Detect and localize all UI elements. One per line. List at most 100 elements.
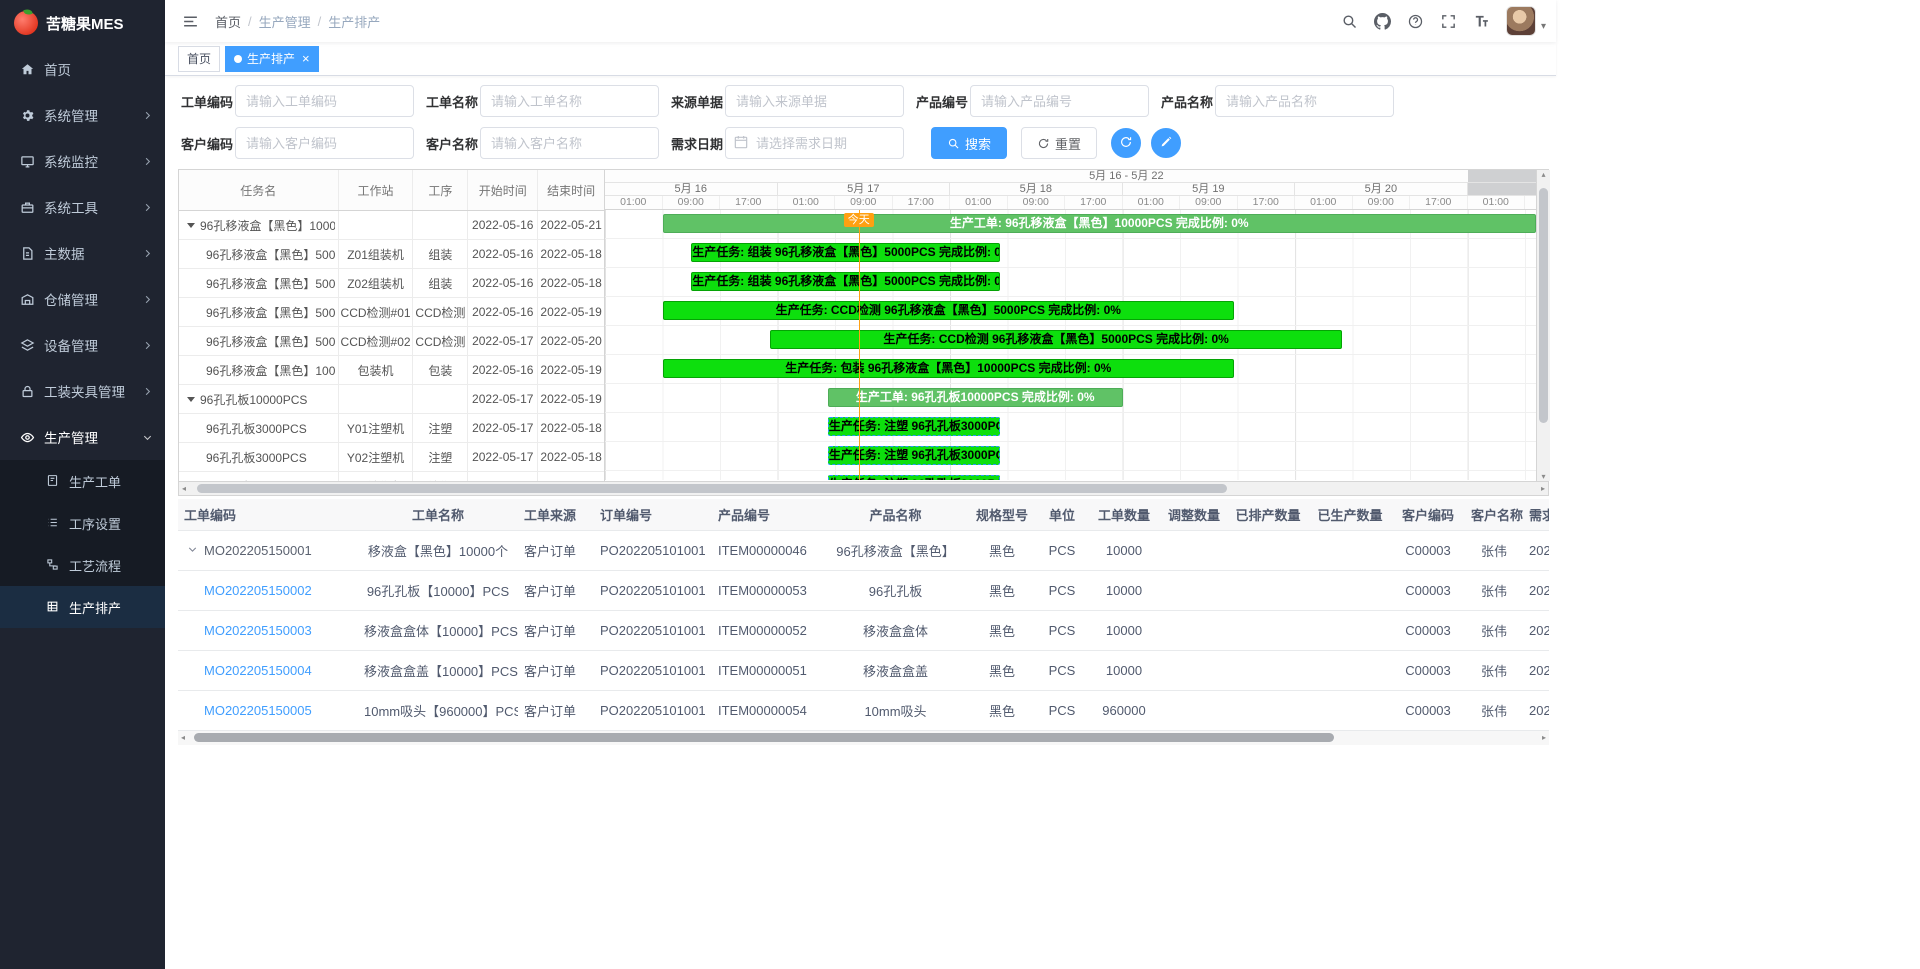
gantt-grid-row[interactable]: 96孔移液盒【黑色】5000PCS Z01组装机 组装 2022-05-16 2… <box>179 240 604 269</box>
sidebar-item-label: 设备管理 <box>44 335 133 355</box>
chevron-down-icon[interactable]: ▾ <box>1541 21 1546 32</box>
sidebar-item-process-settings[interactable]: 工序设置 <box>0 502 165 544</box>
collapse-caret-icon[interactable] <box>187 397 195 406</box>
gantt-horizontal-scrollbar[interactable]: ◂ ▸ <box>179 481 1548 495</box>
gantt-bar[interactable]: 生产工单: 96孔孔板10000PCS 完成比例: 0% <box>828 388 1123 407</box>
tab-home[interactable]: 首页 <box>178 46 220 72</box>
search-icon[interactable] <box>1335 6 1365 36</box>
sidebar-item-equipment-management[interactable]: 设备管理 <box>0 322 165 368</box>
scroll-right-arrow[interactable]: ▸ <box>1541 484 1545 493</box>
edit-schedule-button[interactable] <box>1151 128 1181 158</box>
font-size-icon[interactable] <box>1467 6 1497 36</box>
scale-hour: 01:00 <box>1123 196 1181 209</box>
help-icon[interactable] <box>1401 6 1431 36</box>
github-icon[interactable] <box>1368 6 1398 36</box>
gantt-grid-row[interactable]: 96孔移液盒【黑色】5000PCS Z02组装机 组装 2022-05-16 2… <box>179 269 604 298</box>
source-document-input[interactable] <box>725 85 904 117</box>
order-code-link[interactable]: MO202205150003 <box>204 623 312 638</box>
sidebar-item-production-order[interactable]: 生产工单 <box>0 460 165 502</box>
table-row[interactable]: MO202205150001移液盒【黑色】10000个客户订单PO2022051… <box>178 530 1549 570</box>
gantt-bar[interactable]: 生产任务: 注塑 96孔孔板3000PCS 完成比例: 0% <box>828 417 1001 436</box>
tab-production-scheduling[interactable]: 生产排产× <box>225 46 319 72</box>
fullscreen-icon[interactable] <box>1434 6 1464 36</box>
sidebar-item-warehouse-management[interactable]: 仓储管理 <box>0 276 165 322</box>
product-code-input[interactable] <box>970 85 1149 117</box>
breadcrumb-item[interactable]: 首页 <box>215 12 241 31</box>
demand-date-input[interactable] <box>725 127 904 159</box>
gantt-bar[interactable]: 生产任务: 组装 96孔移液盒【黑色】5000PCS 完成比例: 0% <box>691 243 1000 262</box>
chevron-down-icon[interactable] <box>186 543 200 557</box>
start-time-cell: 2022-05-17 <box>468 414 538 442</box>
customer-name-input[interactable] <box>480 127 659 159</box>
sidebar-item-system-management[interactable]: 系统管理 <box>0 92 165 138</box>
scroll-right-arrow[interactable]: ▸ <box>1542 733 1546 742</box>
customer-code-input[interactable] <box>235 127 414 159</box>
work-order-code-input[interactable] <box>235 85 414 117</box>
reset-button[interactable]: 重置 <box>1021 127 1097 159</box>
gantt-chart-row: 生产任务: 注塑 96孔孔板3000PCS 完成比例: 0% <box>605 471 1536 480</box>
table-row[interactable]: MO202205150004移液盒盒盖【10000】PCS客户订单PO20220… <box>178 650 1549 690</box>
orders-column-header: 已生产数量 <box>1309 499 1391 530</box>
orders-column-header: 客户编码 <box>1391 499 1465 530</box>
sidebar-item-fixture-management[interactable]: 工装夹具管理 <box>0 368 165 414</box>
filter-label: 工单名称 <box>426 92 480 111</box>
product-name-input[interactable] <box>1215 85 1394 117</box>
gantt-bar[interactable]: 生产工单: 96孔移液盒【黑色】10000PCS 完成比例: 0% <box>663 214 1536 233</box>
gantt-bar[interactable]: 生产任务: 组装 96孔移液盒【黑色】5000PCS 完成比例: 0% <box>691 272 1000 291</box>
refresh-schedule-button[interactable] <box>1111 128 1141 158</box>
eye-icon <box>20 430 35 445</box>
work-order-name-input[interactable] <box>480 85 659 117</box>
sidebar-item-production-scheduling[interactable]: 生产排产 <box>0 586 165 628</box>
collapse-caret-icon[interactable] <box>187 223 195 232</box>
order-code-link[interactable]: MO202205150004 <box>204 663 312 678</box>
breadcrumb-item[interactable]: 生产管理 <box>259 12 311 31</box>
scrollbar-thumb[interactable] <box>197 484 1227 493</box>
gantt-bar[interactable]: 生产任务: CCD检测 96孔移液盒【黑色】5000PCS 完成比例: 0% <box>663 301 1235 320</box>
close-icon[interactable]: × <box>302 52 310 65</box>
scroll-left-arrow[interactable]: ◂ <box>182 484 186 493</box>
gantt-bar[interactable]: 生产任务: 包装 96孔移液盒【黑色】10000PCS 完成比例: 0% <box>663 359 1235 378</box>
gantt-grid-row[interactable]: 96孔移液盒【黑色】5000PCS CCD检测#01 CCD检测 2022-05… <box>179 298 604 327</box>
order-cell-qty: 10000 <box>1087 543 1161 558</box>
sidebar-toggle-icon[interactable] <box>175 6 205 36</box>
end-time-cell: 2022-05-18 <box>538 443 604 471</box>
sidebar-item-system-tools[interactable]: 系统工具 <box>0 184 165 230</box>
gantt-grid-row[interactable]: 96孔移液盒【黑色】5000PCS CCD检测#02 CCD检测 2022-05… <box>179 327 604 356</box>
process-cell: 组装 <box>413 269 468 297</box>
table-row[interactable]: MO202205150003移液盒盒体【10000】PCS客户订单PO20220… <box>178 610 1549 650</box>
gantt-vertical-scrollbar[interactable]: ▴ ▾ <box>1536 170 1550 481</box>
gantt-grid-row[interactable]: 96孔孔板10000PCS 2022-05-17 2022-05-19 <box>179 385 604 414</box>
search-button[interactable]: 搜索 <box>931 127 1007 159</box>
avatar[interactable] <box>1506 6 1536 36</box>
gantt-grid-row[interactable]: 96孔孔板3000PCS Y01注塑机 注塑 2022-05-17 2022-0… <box>179 414 604 443</box>
orders-column-header: 订单编号 <box>594 499 712 530</box>
order-code-link[interactable]: MO202205150005 <box>204 703 312 718</box>
sidebar-item-master-data[interactable]: 主数据 <box>0 230 165 276</box>
table-row[interactable]: MO20220515000510mm吸头【960000】PCS客户订单PO202… <box>178 690 1549 730</box>
scroll-left-arrow[interactable]: ◂ <box>181 733 185 742</box>
app-logo[interactable]: 苦糖果MES <box>0 0 165 46</box>
gantt-bar[interactable]: 生产任务: 注塑 96孔孔板3000PCS 完成比例: 0% <box>828 446 1001 465</box>
sidebar-item-home[interactable]: 首页 <box>0 46 165 92</box>
grid-icon <box>46 600 61 615</box>
scroll-up-arrow[interactable]: ▴ <box>1541 170 1545 179</box>
scrollbar-thumb[interactable] <box>194 733 1334 742</box>
gantt-grid-row[interactable]: 96孔移液盒【黑色】10000PCS 包装机 包装 2022-05-16 202… <box>179 356 604 385</box>
sidebar-item-process-flow[interactable]: 工艺流程 <box>0 544 165 586</box>
scroll-down-arrow[interactable]: ▾ <box>1541 472 1545 481</box>
table-row[interactable]: MO20220515000296孔孔板【10000】PCS客户订单PO20220… <box>178 570 1549 610</box>
gantt-column-header: 工序 <box>413 170 468 210</box>
gantt-grid-row[interactable]: 96孔移液盒【黑色】10000PCS 2022-05-16 2022-05-21 <box>179 211 604 240</box>
orders-horizontal-scrollbar[interactable]: ◂ ▸ <box>178 731 1549 745</box>
gantt-grid-row[interactable]: 96孔孔板3000PCS Y03注塑机 注塑 2022-05-17 2022-0… <box>179 472 604 481</box>
scale-hour: 17:00 <box>893 196 951 209</box>
sidebar-item-system-monitor[interactable]: 系统监控 <box>0 138 165 184</box>
workstation-cell: CCD检测#02 <box>339 327 414 355</box>
gantt-bar[interactable]: 生产任务: 注塑 96孔孔板3000PCS 完成比例: 0% <box>828 475 1001 480</box>
order-code-link[interactable]: MO202205150002 <box>204 583 312 598</box>
gantt-bar[interactable]: 生产任务: CCD检测 96孔移液盒【黑色】5000PCS 完成比例: 0% <box>770 330 1342 349</box>
filter-row-1: 工单编码 工单名称 来源单据 产品编号 产品名称 <box>181 85 1556 117</box>
sidebar-item-production-management[interactable]: 生产管理 <box>0 414 165 460</box>
scrollbar-thumb[interactable] <box>1539 188 1548 423</box>
gantt-grid-row[interactable]: 96孔孔板3000PCS Y02注塑机 注塑 2022-05-17 2022-0… <box>179 443 604 472</box>
